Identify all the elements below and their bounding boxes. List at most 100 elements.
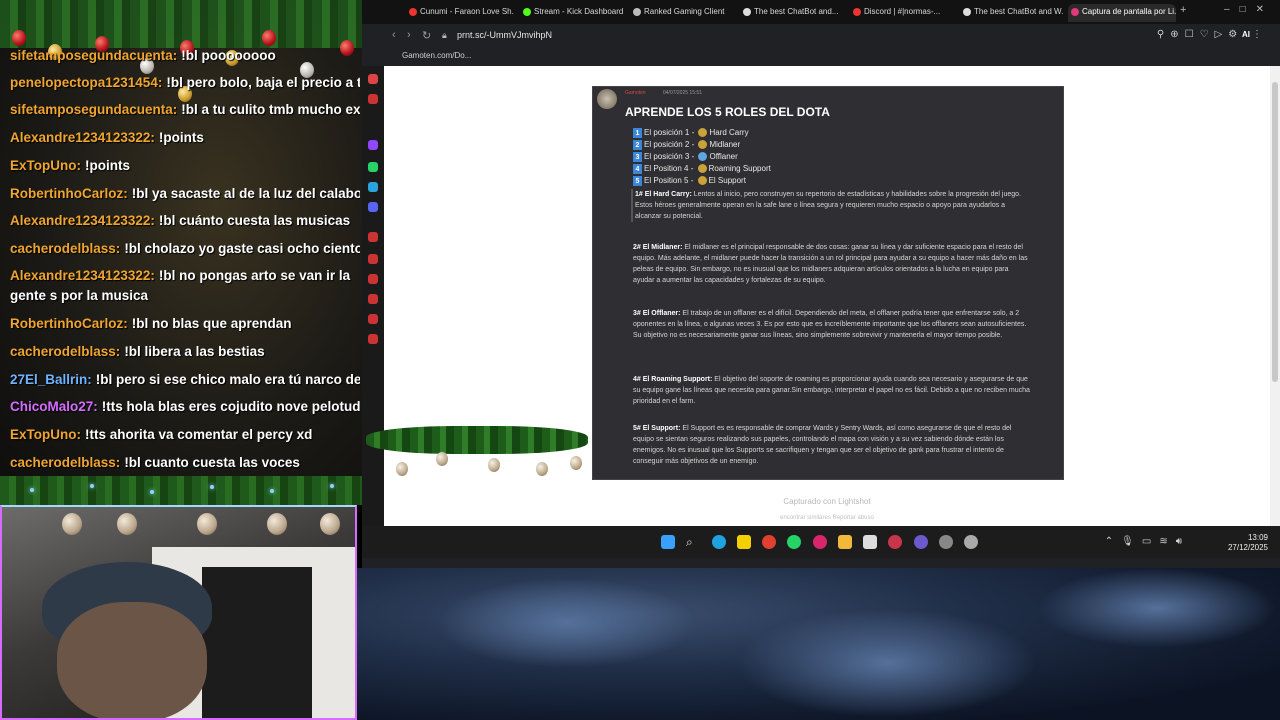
tab-favicon-icon bbox=[963, 8, 971, 16]
screen-share: Cunumi - Faraon Love Sh... Stream - Kick… bbox=[362, 0, 1280, 568]
app-icon[interactable] bbox=[813, 535, 827, 549]
twitch-icon[interactable] bbox=[368, 140, 378, 150]
chat-username: ExTopUno: bbox=[10, 158, 81, 173]
bookmark-item[interactable]: Gamoten.com/Do... bbox=[402, 51, 471, 60]
system-tray[interactable]: ⌃🎙︎▭≋🔊︎ bbox=[1105, 536, 1190, 547]
edge-icon[interactable] bbox=[712, 535, 726, 549]
page-scrollbar[interactable] bbox=[1270, 66, 1280, 526]
browser-tab[interactable]: Ranked Gaming Client bbox=[630, 4, 734, 22]
reload-icon[interactable]: ↻ bbox=[422, 29, 431, 42]
browser-sidebar bbox=[362, 66, 384, 526]
app-icon[interactable] bbox=[863, 535, 877, 549]
settings-icon[interactable] bbox=[368, 334, 378, 344]
forward-icon[interactable]: › bbox=[407, 29, 411, 41]
tab-favicon-icon bbox=[743, 8, 751, 16]
window-controls[interactable]: –□✕ bbox=[1224, 4, 1274, 15]
lightshot-caption[interactable]: Capturado con Lightshot bbox=[384, 497, 1270, 506]
new-tab-button[interactable]: + bbox=[1180, 4, 1186, 16]
shared-screenshot[interactable]: Gamoten 04/07/2025 15:51 APRENDE LOS 5 R… bbox=[592, 86, 1064, 480]
chat-text: !tts hola blas eres cojudito nove pelotu… bbox=[101, 399, 360, 414]
stream-chat-overlay: sifetamposegundacuenta: !bl poooooooo pen… bbox=[0, 0, 362, 505]
settings-icon[interactable] bbox=[964, 535, 978, 549]
post-username: Gamoten bbox=[625, 90, 646, 96]
chat-username: ExTopUno: bbox=[10, 427, 81, 442]
ornament-icon bbox=[436, 452, 448, 466]
app-icon[interactable] bbox=[737, 535, 751, 549]
chat-message: sifetamposegundacuenta: !bl poooooooo bbox=[10, 46, 360, 66]
windows-start-icon[interactable] bbox=[661, 535, 675, 549]
address-bar: ‹ › ↻ 🔒︎ prnt.sc/-UmmVJmvihpN AI ⚲⊕☐♡▷⚙ … bbox=[362, 24, 1280, 48]
christmas-garland-bottom bbox=[0, 476, 362, 505]
telegram-icon[interactable] bbox=[368, 182, 378, 192]
sidebar-app-icon[interactable] bbox=[368, 314, 378, 324]
sidebar-app-icon[interactable] bbox=[368, 232, 378, 242]
tab-favicon-icon bbox=[1071, 8, 1079, 16]
clock-date[interactable]: 27/12/2025 bbox=[1228, 543, 1268, 552]
ornament-icon bbox=[197, 513, 217, 535]
browser-tab[interactable]: Stream - Kick Dashboard bbox=[520, 4, 624, 22]
browser-tab[interactable]: Discord | #|normas-... bbox=[850, 4, 954, 22]
app-icon[interactable] bbox=[914, 535, 928, 549]
chat-message: sifetamposegundacuenta: !bl a tu culito t… bbox=[10, 100, 360, 120]
role-section: 3# El Offlaner: El trabajo de un offlane… bbox=[633, 310, 1027, 339]
windows-taskbar: ⌕ ⌃🎙︎▭≋🔊︎ 13:09 27/12/2025 bbox=[362, 526, 1280, 558]
url-field[interactable]: prnt.sc/-UmmVJmvihpN bbox=[457, 30, 552, 40]
chat-message: RobertinhoCarloz: !bl no blas que aprenda… bbox=[10, 314, 360, 334]
tab-favicon-icon bbox=[523, 8, 531, 16]
app-icon[interactable] bbox=[939, 535, 953, 549]
sidebar-app-icon[interactable] bbox=[368, 294, 378, 304]
light-bulb-icon bbox=[30, 488, 34, 492]
discord-icon[interactable] bbox=[368, 202, 378, 212]
app-icon[interactable] bbox=[888, 535, 902, 549]
scroll-thumb[interactable] bbox=[1272, 82, 1278, 382]
chat-text: !bl pero bolo, baja el precio a todo bbox=[166, 75, 360, 90]
browser-tab[interactable]: The best ChatBot and... bbox=[740, 4, 844, 22]
light-bulb-icon bbox=[150, 490, 154, 494]
sidebar-app-icon[interactable] bbox=[368, 254, 378, 264]
chrome-icon[interactable] bbox=[762, 535, 776, 549]
chat-message: ExTopUno: !tts ahorita va comentar el per… bbox=[10, 425, 360, 445]
role-item: 3 El posición 3 - Offlaner bbox=[633, 151, 738, 162]
ornament-icon bbox=[12, 30, 26, 46]
christmas-garland-top bbox=[0, 0, 362, 48]
extension-icons[interactable]: ⚲⊕☐♡▷⚙ ⋮ bbox=[1157, 29, 1268, 40]
chat-username: ChicoMalo27: bbox=[10, 399, 98, 414]
browser-tab[interactable]: Cunumi - Faraon Love Sh... bbox=[406, 4, 514, 22]
chat-message: ExTopUno: !points bbox=[10, 156, 360, 176]
back-icon[interactable]: ‹ bbox=[392, 29, 396, 41]
chat-message: RobertinhoCarloz: !bl ya sacaste al de la… bbox=[10, 184, 360, 204]
chat-username: cacherodelblass: bbox=[10, 241, 121, 256]
crossed-swords-icon bbox=[698, 140, 708, 150]
sidebar-app-icon[interactable] bbox=[368, 274, 378, 284]
christmas-garland-overlay bbox=[366, 426, 588, 454]
chat-message: Alexandre1234123322: !bl cuánto cuesta la… bbox=[10, 211, 360, 231]
ornament-icon bbox=[488, 458, 500, 472]
chat-username: RobertinhoCarloz: bbox=[10, 186, 128, 201]
chat-username: RobertinhoCarloz: bbox=[10, 316, 128, 331]
search-icon[interactable]: ⌕ bbox=[686, 535, 700, 549]
role-section: 5# El Support: El Support es es responsa… bbox=[633, 425, 1012, 465]
lightshot-page: Gamoten 04/07/2025 15:51 APRENDE LOS 5 R… bbox=[384, 66, 1270, 526]
stream-layout: sifetamposegundacuenta: !bl poooooooo pen… bbox=[0, 0, 1280, 720]
browser-tab-active[interactable]: Captura de pantalla por Li... bbox=[1068, 4, 1176, 22]
chat-username: sifetamposegundacuenta: bbox=[10, 102, 178, 117]
chat-text: !bl cuanto cuesta las voces bbox=[124, 455, 300, 470]
browser-tab[interactable]: The best ChatBot and W... bbox=[960, 4, 1064, 22]
chat-username: cacherodelblass: bbox=[10, 455, 121, 470]
ornament-icon bbox=[320, 513, 340, 535]
chat-message: 27El_Ballrin: !bl pero si ese chico malo … bbox=[10, 370, 360, 390]
angel-ornament-icon bbox=[267, 513, 287, 535]
chat-text: !bl libera a las bestias bbox=[124, 344, 265, 359]
whatsapp-icon[interactable] bbox=[787, 535, 801, 549]
whatsapp-icon[interactable] bbox=[368, 162, 378, 172]
angel-ornament-icon bbox=[62, 513, 82, 535]
chat-username: 27El_Ballrin: bbox=[10, 372, 92, 387]
role-item: 4 El Position 4 - Roaming Support bbox=[633, 163, 771, 174]
lightshot-links[interactable]: encontrar similares Reportar abuso bbox=[384, 515, 1270, 521]
chat-message: penelopectopa1231454: !bl pero bolo, baja… bbox=[10, 73, 360, 93]
clock-time[interactable]: 13:09 bbox=[1248, 533, 1268, 542]
lock-icon[interactable]: 🔒︎ bbox=[442, 30, 447, 41]
sidebar-app-icon[interactable] bbox=[368, 94, 378, 104]
file-explorer-icon[interactable] bbox=[838, 535, 852, 549]
sidebar-app-icon[interactable] bbox=[368, 74, 378, 84]
